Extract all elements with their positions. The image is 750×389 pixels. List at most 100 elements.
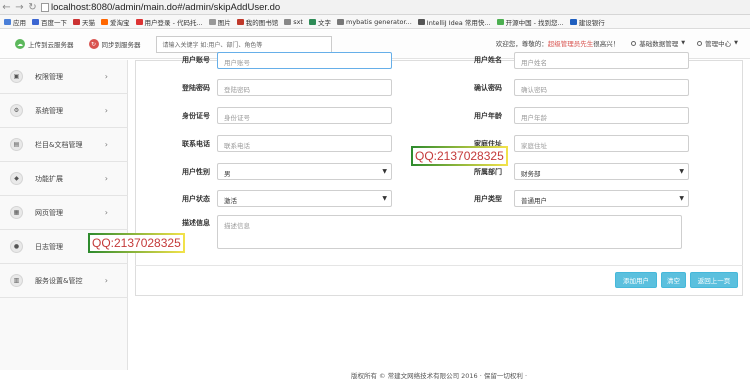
idcard-input[interactable]: 身份证号 [217, 107, 392, 124]
bookmark-icon [569, 18, 577, 25]
bookmark-item[interactable]: 天猫 [73, 17, 95, 27]
circle-icon [697, 40, 703, 46]
bookmark-icon [4, 18, 11, 25]
reset-button[interactable]: 清空 [661, 272, 686, 288]
bookmark-icon [73, 18, 80, 25]
header-user-area: 欢迎您，尊敬的： 超级管理员先生 很高兴！ 基础数据管理 ▼ 管理中心 ▼ [496, 38, 738, 48]
phone-input[interactable]: 联系电话 [217, 135, 392, 152]
status-select[interactable]: 激活 ▼ [217, 190, 392, 207]
bookmarks-bar: 应用 百度一下 天猫 爱淘宝 用户登录 - 代码托... 图片 我的图书馆 sxt 文字 myba… [0, 15, 750, 29]
bookmark-label: 我的图书馆 [245, 18, 279, 27]
bookmark-item[interactable]: 文字 [308, 17, 331, 27]
sidebar-item-services[interactable]: ▥ 服务设置&管控 › [0, 264, 128, 298]
sync-icon: ↻ [88, 39, 99, 49]
bookmark-label: 百度一下 [41, 18, 67, 27]
basic-data-menu[interactable]: 基础数据管理 ▼ [631, 38, 685, 48]
bookmark-icon [236, 18, 244, 25]
realname-label: 用户姓名 [474, 56, 502, 64]
bookmark-item[interactable]: 应用 [4, 17, 26, 27]
sidebar-item-pages[interactable]: ▦ 网页管理 › [0, 196, 128, 230]
user-type-value: 普通用户 [521, 197, 547, 205]
bookmark-label: 开源中国 - 找到您... [505, 18, 564, 27]
phone-label: 联系电话 [182, 140, 210, 148]
log-icon: ● [10, 240, 23, 253]
bookmark-item[interactable]: IntelliJ Idea 常用快... [417, 17, 491, 27]
bookmark-label: 爱淘宝 [110, 18, 130, 27]
gender-value: 男 [224, 170, 231, 178]
confirm-password-input[interactable]: 确认密码 [514, 79, 689, 96]
bookmark-item[interactable]: 图片 [208, 17, 231, 27]
department-label: 所属部门 [474, 168, 502, 176]
admin-center-label: 管理中心 [705, 40, 732, 48]
department-value: 财务部 [521, 170, 541, 178]
caret-down-icon: ▼ [382, 168, 387, 175]
bookmark-icon [101, 18, 108, 25]
caret-down-icon: ▼ [382, 195, 387, 202]
bookmark-item[interactable]: 开源中国 - 找到您... [496, 17, 564, 27]
sync-server-button[interactable]: ↻ 同步到服务器 [88, 39, 141, 49]
add-user-button[interactable]: 添加用户 [615, 272, 657, 288]
status-label: 用户状态 [182, 195, 210, 203]
bookmark-icon [496, 18, 504, 25]
user-type-select[interactable]: 普通用户 ▼ [514, 190, 689, 207]
search-input[interactable]: 请输入关键字 如:用户、部门、角色等 [155, 35, 332, 53]
bookmark-label: 天猫 [82, 18, 95, 27]
bookmark-item[interactable]: sxt [284, 18, 303, 26]
username-input[interactable]: 用户账号 [217, 52, 392, 69]
bookmark-icon [284, 18, 292, 25]
department-select[interactable]: 财务部 ▼ [514, 163, 689, 180]
sidebar-item-permission[interactable]: ▣ 权限管理 › [0, 60, 128, 94]
bookmark-icon [208, 18, 216, 25]
bookmark-item[interactable]: 百度一下 [32, 17, 67, 27]
welcome-name: 超级管理员先生 [547, 40, 594, 48]
username-label: 用户账号 [182, 56, 210, 64]
caret-down-icon: ▼ [679, 168, 684, 175]
sidebar-item-extensions[interactable]: ◆ 功能扩展 › [0, 162, 128, 196]
sidebar-item-label: 日志管理 [35, 242, 63, 251]
idcard-label: 身份证号 [182, 112, 210, 120]
reload-icon[interactable]: ↻ [26, 1, 39, 14]
watermark: QQ:2137028325 [88, 233, 185, 253]
page-icon [41, 2, 49, 12]
watermark: QQ:2137028325 [411, 146, 508, 166]
forward-arrow-icon[interactable]: → [13, 1, 26, 14]
password-label: 登陆密码 [182, 84, 210, 92]
sidebar-item-label: 权限管理 [35, 72, 63, 81]
bookmark-label: 图片 [217, 18, 231, 27]
address-input[interactable]: 家庭住址 [514, 135, 689, 152]
bookmark-item[interactable]: 爱淘宝 [101, 17, 130, 27]
welcome-prefix: 欢迎您，尊敬的： [495, 40, 548, 48]
bookmark-item[interactable]: mybatis generator... [336, 17, 412, 26]
sidebar-item-label: 功能扩展 [35, 174, 63, 183]
bookmark-item[interactable]: 我的图书馆 [236, 17, 279, 27]
page-icon: ▦ [10, 206, 23, 219]
realname-input[interactable]: 用户姓名 [514, 52, 689, 69]
sidebar-item-system[interactable]: ⚙ 系统管理 › [0, 94, 128, 128]
bookmark-label: 用户登录 - 代码托... [144, 18, 203, 27]
welcome-suffix: 很高兴！ [593, 40, 620, 48]
browser-address-bar: ← → ↻ localhost:8080/admin/main.do#/admi… [0, 0, 750, 15]
upload-cloud-button[interactable]: ☁ 上传到云服务器 [15, 39, 74, 49]
bookmark-label: mybatis generator... [345, 17, 412, 26]
back-button[interactable]: 返回上一页 [690, 272, 738, 288]
sidebar-item-label: 系统管理 [35, 106, 63, 115]
bookmark-item[interactable]: 建设银行 [569, 17, 605, 27]
admin-center-menu[interactable]: 管理中心 ▼ [697, 38, 738, 48]
url-bar[interactable]: localhost:8080/admin/main.do#/admin/skip… [51, 2, 280, 13]
description-textarea[interactable]: 描述信息 [217, 215, 682, 249]
bookmark-label: 建设银行 [578, 18, 605, 27]
age-label: 用户年龄 [474, 112, 502, 120]
chevron-right-icon: › [104, 208, 108, 217]
bookmark-item[interactable]: 用户登录 - 代码托... [135, 17, 203, 27]
caret-down-icon: ▼ [679, 195, 684, 202]
gender-select[interactable]: 男 ▼ [217, 163, 392, 180]
sidebar-item-label: 服务设置&管控 [35, 276, 83, 285]
upload-label: 上传到云服务器 [28, 41, 74, 49]
password-input[interactable]: 登陆密码 [217, 79, 392, 96]
age-input[interactable]: 用户年龄 [514, 107, 689, 124]
sidebar-item-documents[interactable]: ▤ 栏目&文档管理 › [0, 128, 128, 162]
plugin-icon: ◆ [10, 172, 23, 185]
bookmark-icon [32, 18, 39, 25]
document-icon: ▤ [10, 138, 23, 151]
back-arrow-icon[interactable]: ← [0, 1, 13, 14]
